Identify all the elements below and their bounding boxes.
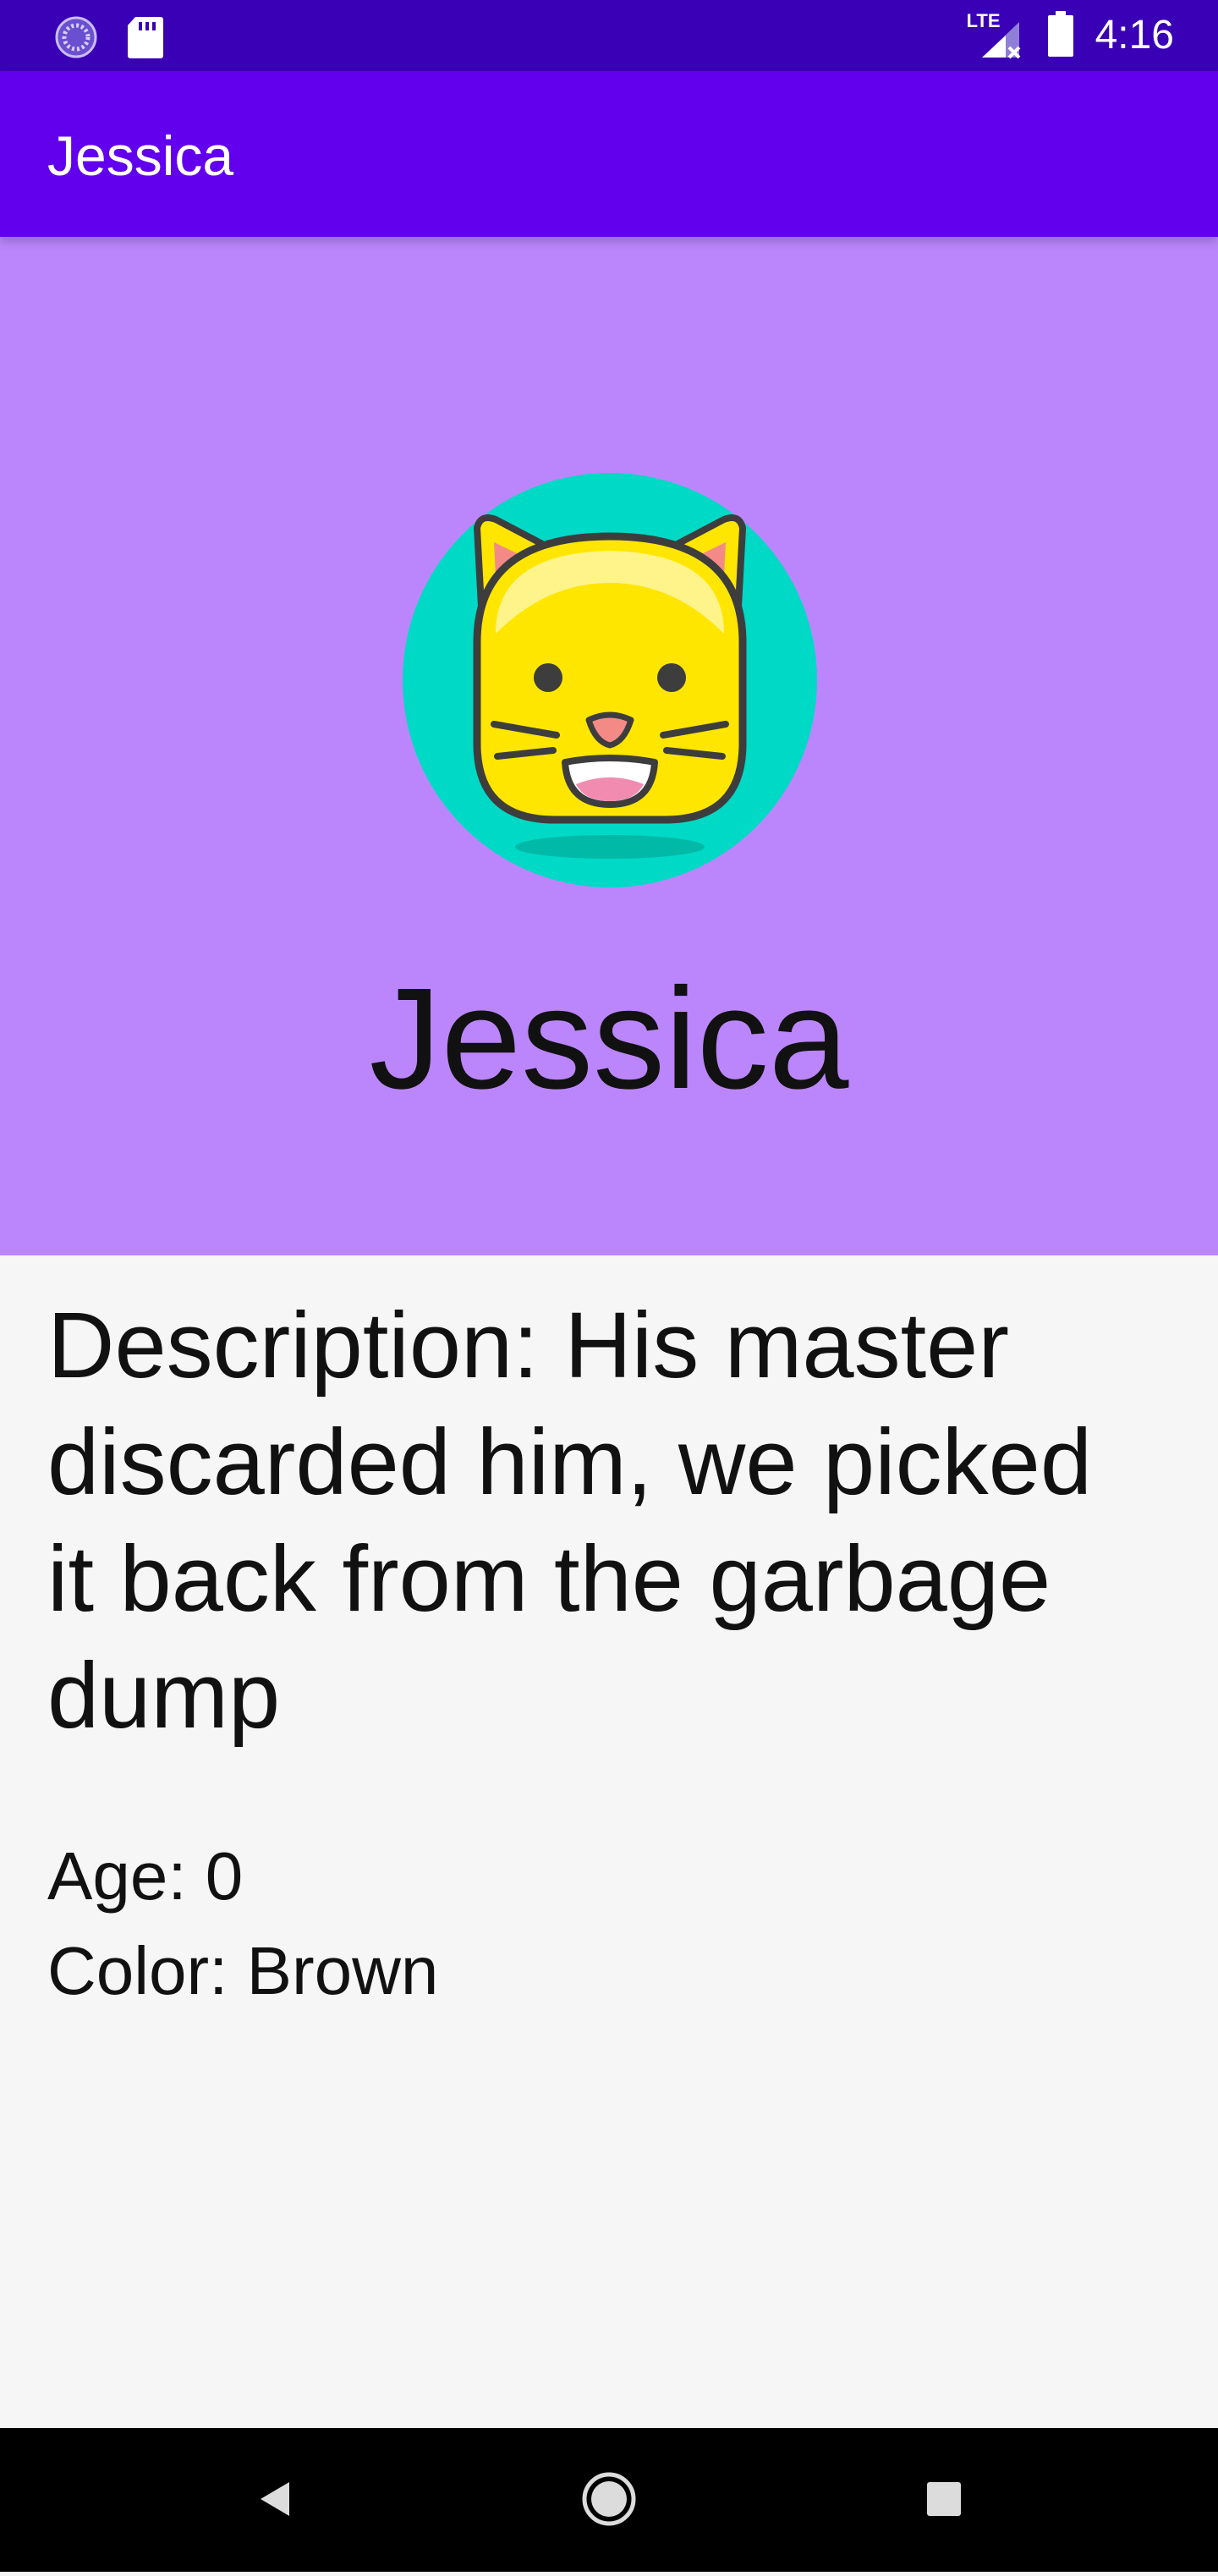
sd-card-icon (127, 15, 164, 63)
status-time: 4:16 (1095, 13, 1174, 58)
status-left-icons (54, 15, 164, 63)
profile-age: Age: 0 (47, 1838, 244, 1914)
app-bar-title: Jessica (47, 124, 234, 187)
status-right-icons: LTE 4:16 (967, 10, 1174, 61)
recents-icon[interactable] (876, 2428, 1012, 2572)
profile-color: Color: Brown (47, 1933, 439, 2008)
signal-icon: LTE (967, 10, 1026, 61)
loading-spinner-icon (54, 15, 98, 63)
profile-header: Jessica (0, 237, 1218, 1255)
system-nav-bar (0, 2428, 1218, 2572)
home-icon[interactable] (541, 2428, 677, 2572)
status-bar: LTE 4:16 (0, 0, 1218, 71)
profile-meta: Age: 0 Color: Brown (47, 1829, 1147, 2019)
app-bar: Jessica (0, 71, 1218, 237)
cat-face-icon (403, 473, 817, 887)
profile-name: Jessica (369, 958, 849, 1119)
profile-description: Description: His master discarded him, w… (47, 1293, 1093, 1748)
back-icon[interactable] (206, 2428, 342, 2572)
battery-icon (1047, 10, 1073, 61)
